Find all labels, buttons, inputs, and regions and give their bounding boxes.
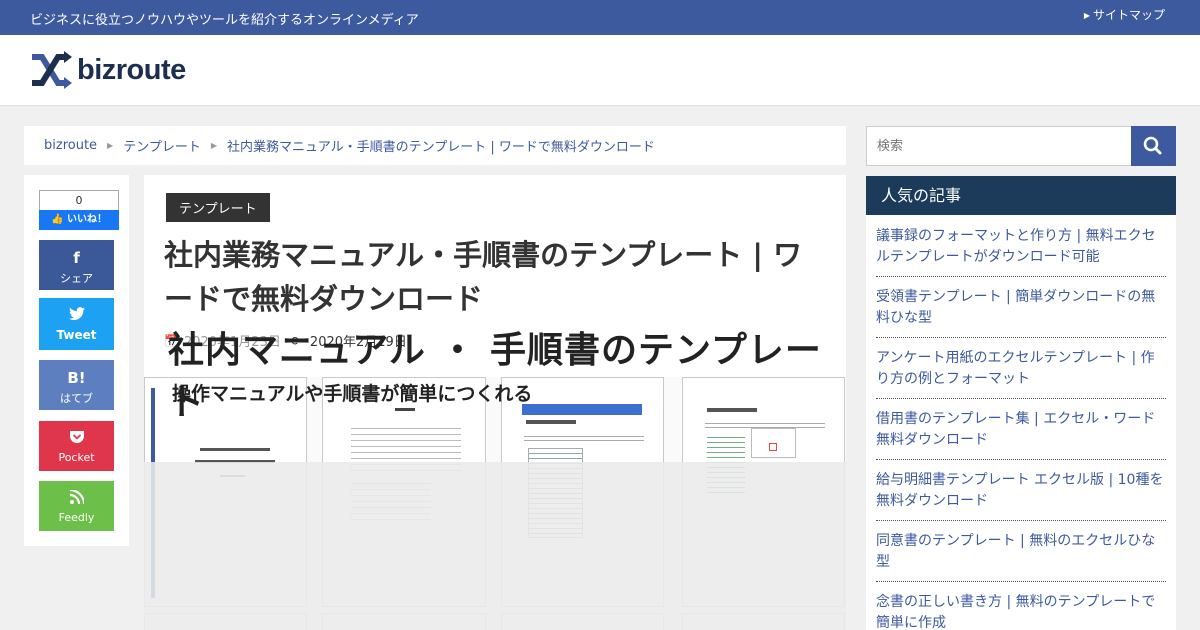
share-buttons-panel: 0 👍 いいね！ f シェア Tweet B! はてブ Pocket Feedl… — [24, 175, 129, 546]
pocket-button[interactable]: Pocket — [39, 421, 114, 471]
popular-post-link[interactable]: 同意書のテンプレート | 無料のエクセルひな型 — [876, 521, 1166, 582]
popular-post-link[interactable]: 受領書テンプレート | 簡単ダウンロードの無料ひな型 — [876, 277, 1166, 338]
hatena-icon: B! — [67, 369, 86, 387]
search-box — [866, 126, 1176, 166]
popular-post-link[interactable]: 議事録のフォーマットと作り方 | 無料エクセルテンプレートがダウンロード可能 — [876, 215, 1166, 277]
top-bar: ビジネスに役立つノウハウやツールを紹介するオンラインメディア ▶ サイトマップ — [0, 0, 1200, 35]
pocket-icon — [39, 429, 114, 449]
search-button[interactable] — [1131, 126, 1176, 166]
like-label-text: いいね！ — [66, 214, 107, 225]
sitemap-label: サイトマップ — [1092, 8, 1165, 22]
facebook-share-label: シェア — [60, 272, 93, 285]
hatena-bookmark-button[interactable]: B! はてブ — [39, 360, 114, 410]
search-input[interactable] — [866, 126, 1132, 166]
article: テンプレート 社内業務マニュアル・手順書のテンプレート | ワードで無料ダウンロ… — [144, 175, 846, 630]
site-header: bizroute — [0, 35, 1200, 106]
hatena-label: はてブ — [60, 392, 93, 405]
facebook-icon: f — [73, 249, 80, 267]
breadcrumb-home[interactable]: bizroute — [44, 138, 97, 153]
popular-post-link[interactable]: 給与明細書テンプレート エクセル版 | 10種を無料ダウンロード — [876, 460, 1166, 521]
logo-icon — [32, 51, 72, 89]
feedly-button[interactable]: Feedly — [39, 481, 114, 531]
breadcrumb-separator-icon: ▶ — [210, 141, 217, 150]
popular-post-link[interactable]: 念書の正しい書き方 | 無料のテンプレートで簡単に作成 — [876, 582, 1166, 630]
facebook-like-button[interactable]: 0 👍 いいね！ — [39, 190, 119, 230]
category-badge[interactable]: テンプレート — [166, 193, 270, 222]
breadcrumb-separator-icon: ▶ — [107, 141, 114, 150]
feedly-icon — [39, 488, 114, 509]
site-tagline: ビジネスに役立つノウハウやツールを紹介するオンラインメディア — [30, 13, 419, 28]
facebook-share-button[interactable]: f シェア — [39, 240, 114, 290]
breadcrumb: bizroute ▶ テンプレート ▶ 社内業務マニュアル・手順書のテンプレート… — [24, 126, 846, 165]
popular-post-link[interactable]: アンケート用紙のエクセルテンプレート | 作り方の例とフォーマット — [876, 338, 1166, 399]
like-label: 👍 いいね！ — [39, 210, 119, 230]
popular-post-link[interactable]: 借用書のテンプレート集 | エクセル・ワード無料ダウンロード — [876, 399, 1166, 460]
site-logo[interactable]: bizroute — [28, 51, 186, 89]
search-icon — [1143, 136, 1162, 155]
pocket-label: Pocket — [58, 451, 95, 464]
tweet-button[interactable]: Tweet — [39, 298, 114, 350]
breadcrumb-category[interactable]: テンプレート — [123, 136, 201, 155]
image-overlay — [144, 462, 846, 630]
popular-posts-heading: 人気の記事 — [866, 176, 1176, 215]
caret-right-icon: ▶ — [1083, 11, 1090, 20]
page-title: 社内業務マニュアル・手順書のテンプレート | ワードで無料ダウンロード — [164, 238, 803, 316]
logo-text: bizroute — [77, 53, 186, 86]
image-overlay-subtitle: 操作マニュアルや手順書が簡単につくれる — [172, 383, 533, 405]
popular-posts-list: 議事録のフォーマットと作り方 | 無料エクセルテンプレートがダウンロード可能 受… — [866, 215, 1176, 630]
feedly-label: Feedly — [58, 511, 95, 524]
tweet-label: Tweet — [56, 328, 97, 342]
sitemap-link[interactable]: ▶ サイトマップ — [1084, 6, 1165, 23]
thumbs-up-icon: 👍 — [51, 214, 67, 225]
image-overlay-title: 社内マニュアル ・ 手順書のテンプレート — [168, 330, 822, 423]
twitter-icon — [39, 306, 114, 326]
like-count: 0 — [39, 190, 119, 210]
breadcrumb-current[interactable]: 社内業務マニュアル・手順書のテンプレート | ワードで無料ダウンロード — [227, 136, 655, 155]
